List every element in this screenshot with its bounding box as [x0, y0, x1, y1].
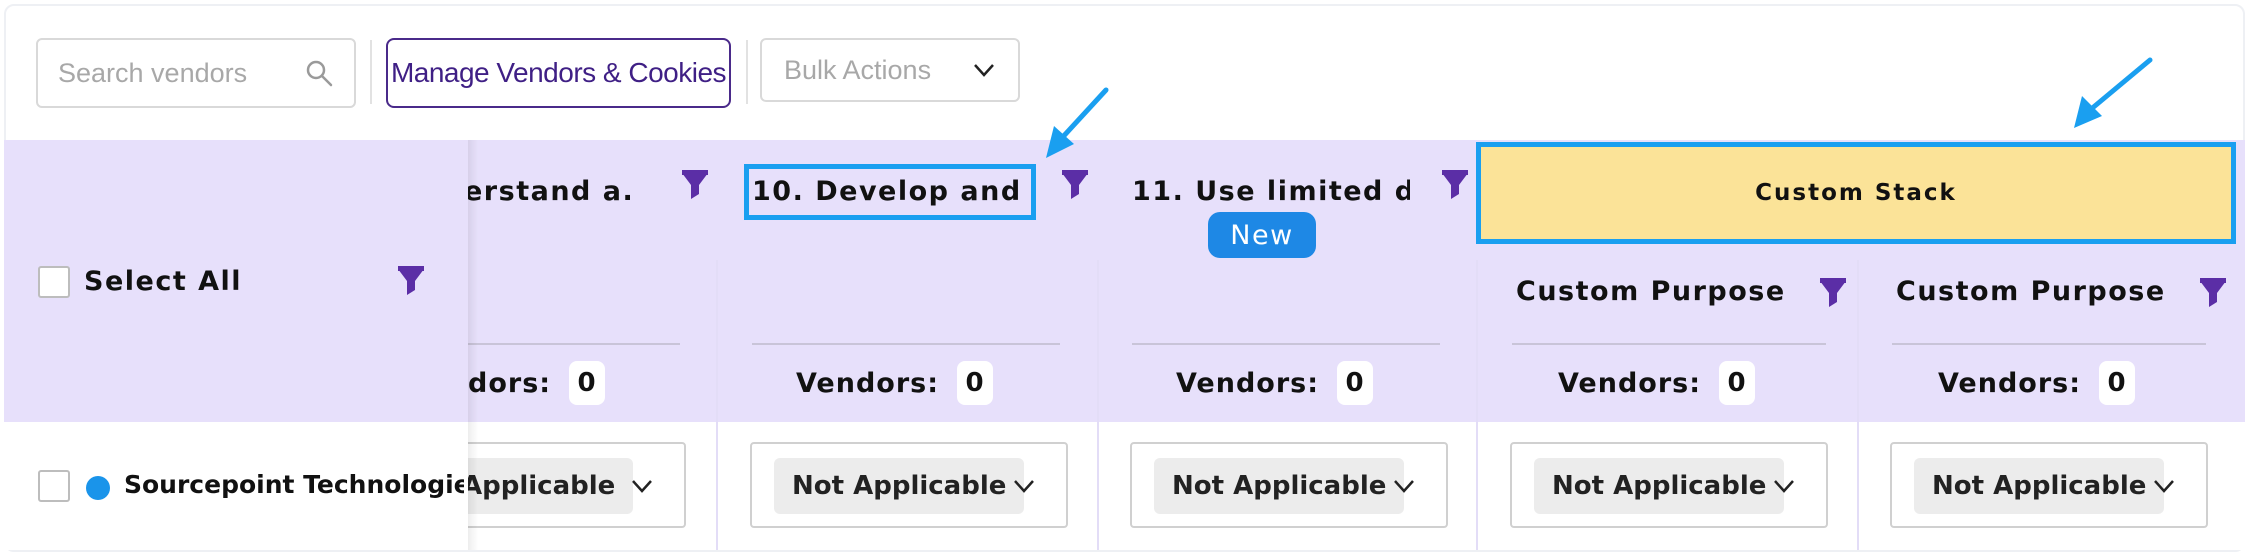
header-divider-line: [1512, 343, 1826, 345]
legal-basis-select[interactable]: Not Applicable: [1130, 442, 1448, 528]
vendor-grid-panel: Search vendors Manage Vendors & Cookies …: [0, 0, 2249, 552]
filter-icon[interactable]: [1818, 278, 1848, 310]
chevron-down-icon: [632, 480, 652, 493]
vendors-label: dors:: [468, 367, 552, 399]
column-title: Custom Purpose 1: [1516, 276, 1796, 307]
vendor-name[interactable]: Sourcepoint Technologies...: [124, 470, 464, 499]
toolbar-divider: [746, 40, 748, 104]
legal-basis-select[interactable]: Not Applicable: [1510, 442, 1828, 528]
filter-icon[interactable]: [396, 266, 426, 298]
column-title: 11. Use limited d...: [1132, 176, 1410, 207]
chevron-down-icon: [1394, 480, 1414, 493]
column-divider: [1097, 260, 1099, 550]
manage-vendors-cookies-button[interactable]: Manage Vendors & Cookies: [386, 38, 731, 108]
bulk-actions-dropdown[interactable]: Bulk Actions: [760, 38, 1020, 102]
header-divider-line: [1892, 343, 2206, 345]
search-icon: [306, 60, 333, 87]
vendors-count-row: Vendors: 0: [796, 361, 994, 405]
vendors-label: Vendors:: [1938, 367, 2082, 399]
vendors-count: 0: [957, 361, 994, 405]
filter-icon[interactable]: [1060, 170, 1090, 202]
filter-icon[interactable]: [1440, 170, 1470, 202]
annotation-arrow: [1046, 87, 1109, 158]
toolbar-divider: [370, 40, 372, 104]
header-divider-line: [1132, 343, 1440, 345]
legal-basis-select[interactable]: Not Applicable: [750, 442, 1068, 528]
annotation-arrow: [2074, 57, 2153, 128]
column-divider: [716, 260, 718, 550]
select-all-checkbox[interactable]: [38, 266, 70, 298]
chevron-down-icon: [1014, 480, 1034, 493]
chevron-down-icon: [974, 64, 994, 77]
vendors-count: 0: [2099, 361, 2136, 405]
column-divider: [1476, 260, 1478, 550]
vendors-label: Vendors:: [796, 367, 940, 399]
vendors-label: Vendors:: [1558, 367, 1702, 399]
vendors-count: 0: [1337, 361, 1374, 405]
legal-basis-select[interactable]: Not Applicable: [1890, 442, 2208, 528]
column-title: erstand a...: [464, 176, 634, 207]
bulk-actions-label: Bulk Actions: [784, 54, 932, 85]
chevron-down-icon: [2154, 480, 2174, 493]
vendor-row-checkbox[interactable]: [38, 470, 70, 502]
vendor-name-column: Select All Sourcepoint Technologies...: [4, 140, 468, 550]
vendors-count-row: Vendors: 0: [1176, 361, 1374, 405]
filter-icon[interactable]: [2198, 278, 2228, 310]
column-title: 10. Develop and ...: [752, 176, 1030, 207]
vendor-status-dot: [86, 476, 110, 500]
new-badge: New: [1208, 212, 1316, 258]
vendors-count-row: Vendors: 0: [1938, 361, 2136, 405]
column-title: Custom Purpose 2: [1896, 276, 2176, 307]
header-divider-line: [468, 343, 680, 345]
search-placeholder: Search vendors: [58, 57, 248, 88]
selected-value: Not Applicable: [1534, 458, 1785, 514]
vendors-count-row: dors: 0: [468, 361, 606, 405]
custom-stack-header: Custom Stack: [1476, 142, 2236, 244]
vendors-count-row: Vendors: 0: [1558, 361, 1756, 405]
selected-value: Not Applicable: [1914, 458, 2165, 514]
column-divider: [1857, 260, 1859, 550]
sticky-column-shadow: [468, 140, 478, 550]
vendors-count: 0: [569, 361, 606, 405]
filter-icon[interactable]: [680, 170, 710, 202]
vendors-label: Vendors:: [1176, 367, 1320, 399]
header-divider-line: [752, 343, 1060, 345]
select-all-label: Select All: [84, 266, 243, 297]
vendors-count: 0: [1719, 361, 1756, 405]
search-input[interactable]: Search vendors: [36, 38, 356, 108]
selected-value: Not Applicable: [1154, 458, 1405, 514]
selected-value: Not Applicable: [774, 458, 1025, 514]
chevron-down-icon: [1774, 480, 1794, 493]
